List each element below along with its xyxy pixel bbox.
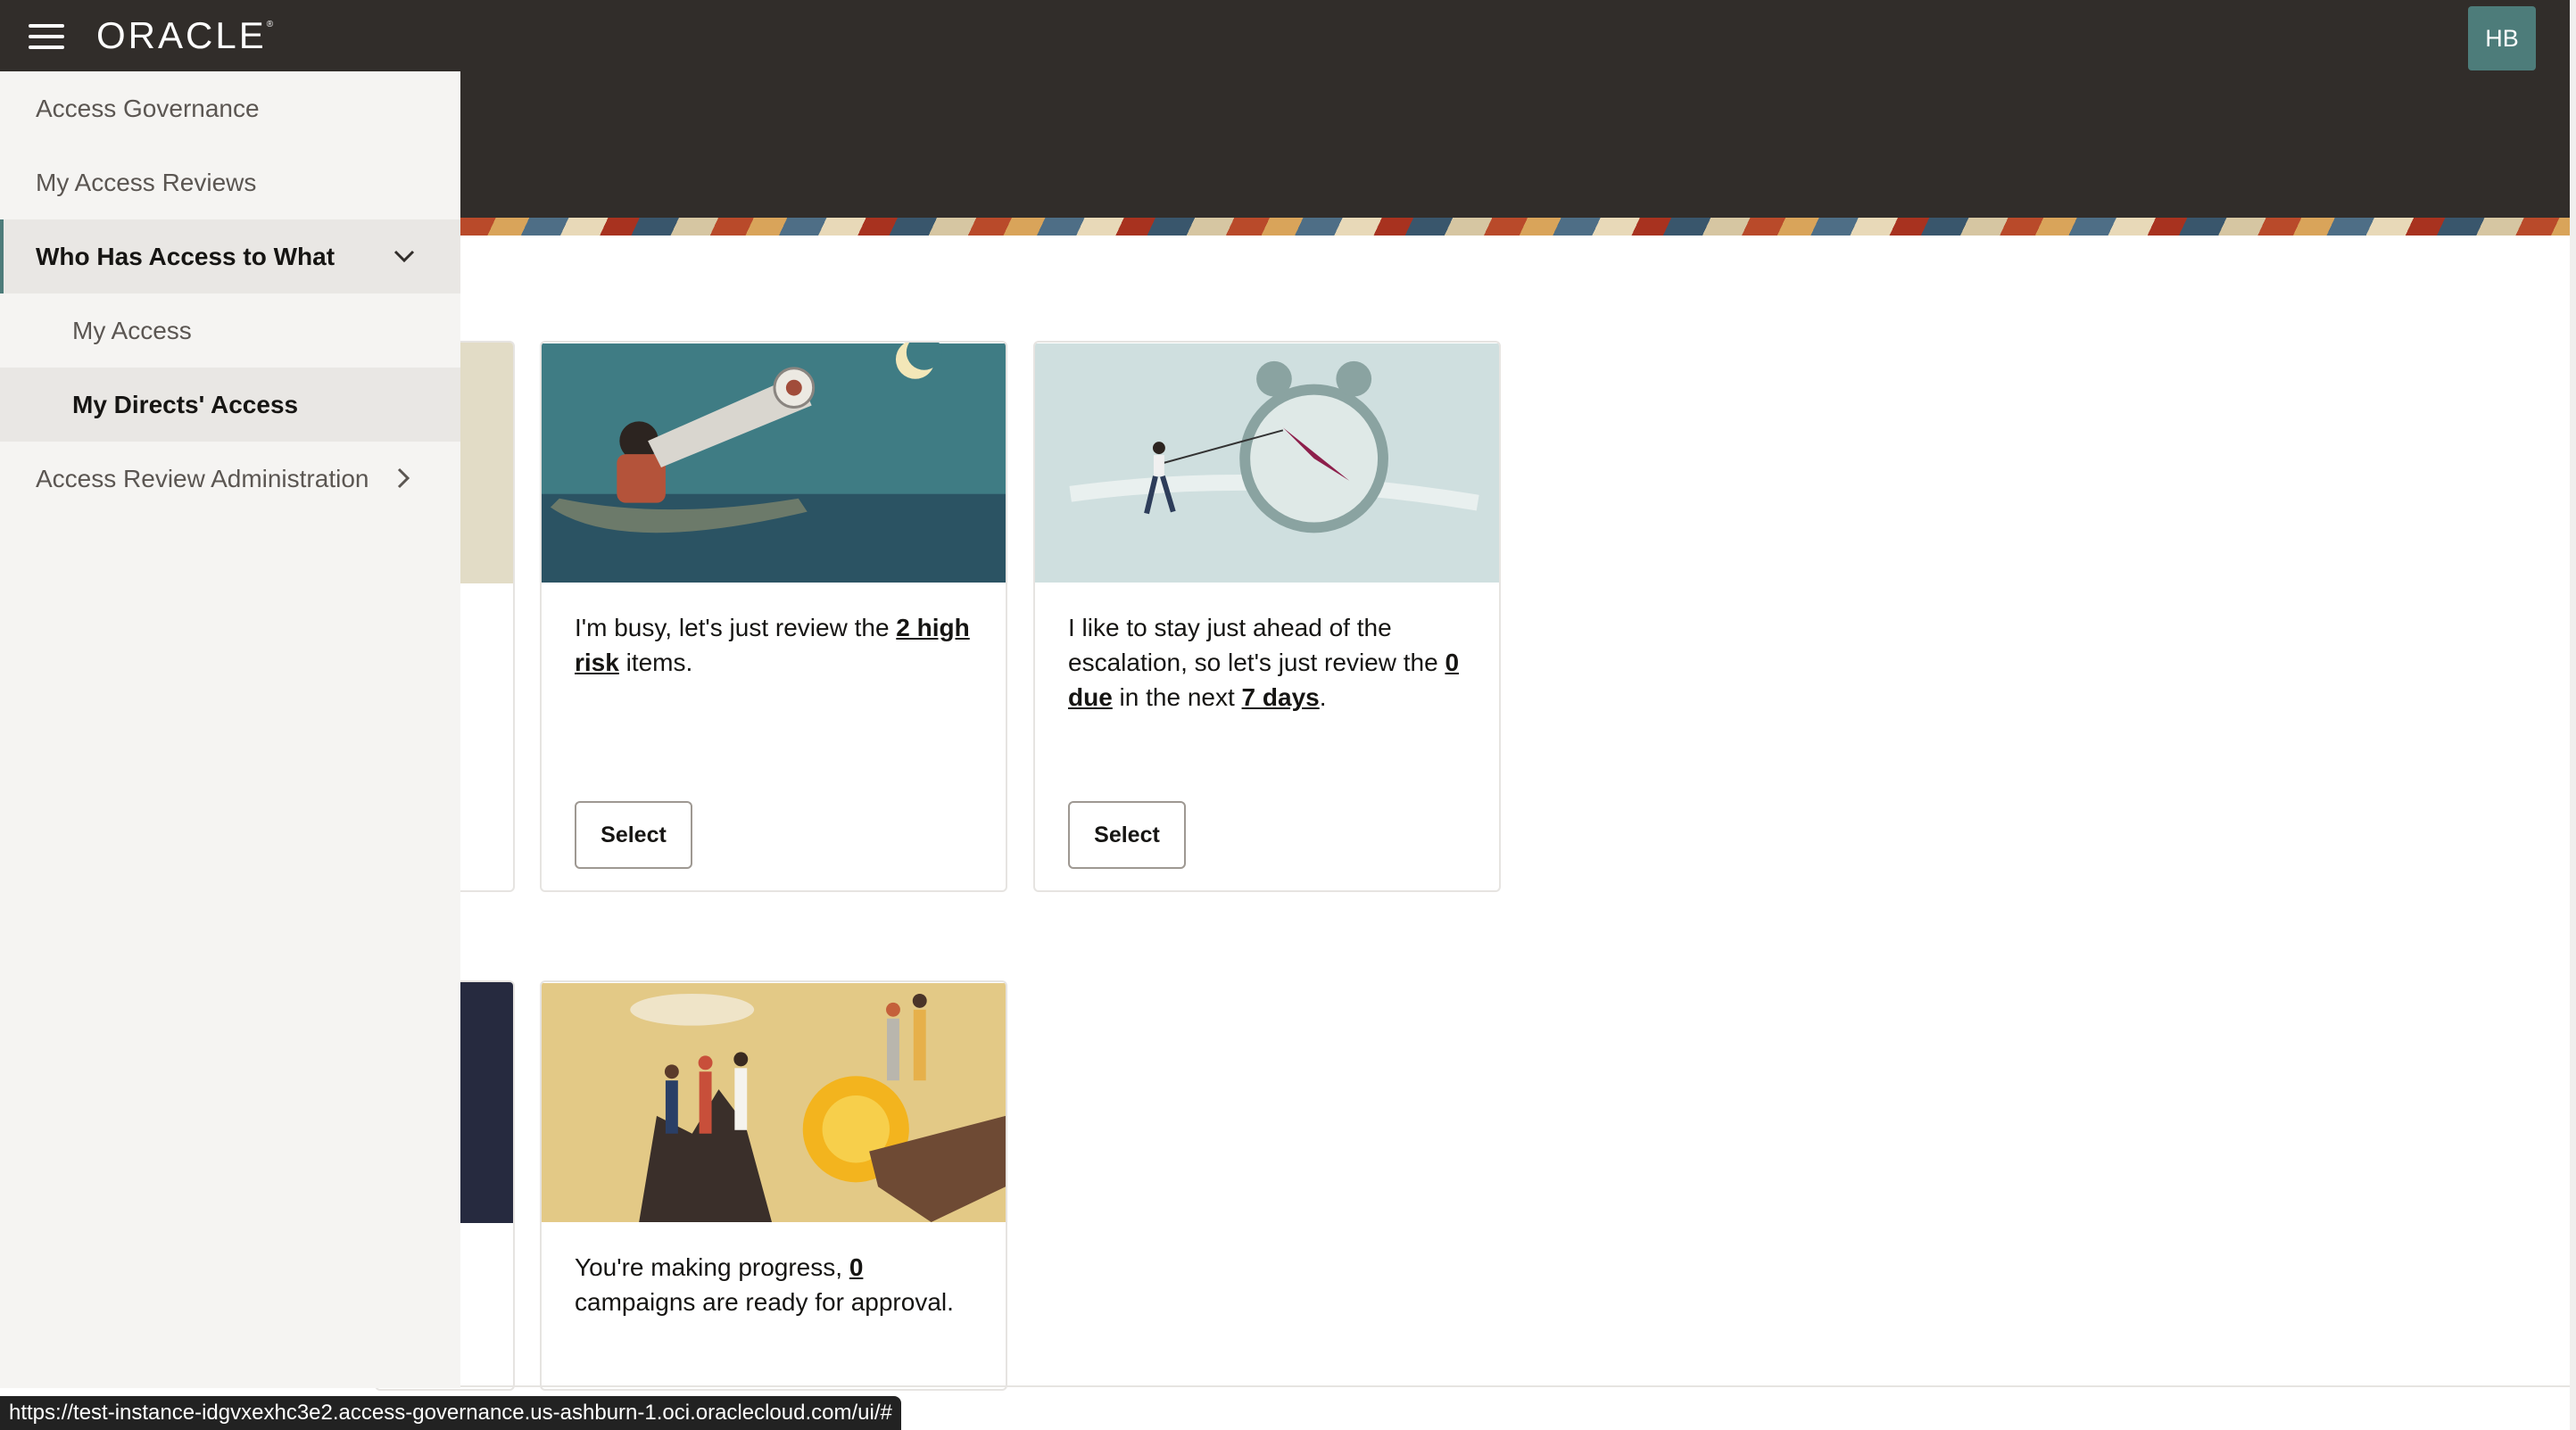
top-header: ORACLE® HB [0, 0, 2570, 71]
high-risk-description: I'm busy, let's just review the 2 high r… [575, 610, 979, 680]
hero-decorative-art [460, 218, 2570, 236]
hero-banner [460, 71, 2570, 236]
people-on-cliff-illustration [542, 983, 1006, 1222]
chevron-right-icon [397, 467, 410, 489]
chevron-down-icon [393, 250, 415, 263]
nav-label: Access Governance [36, 94, 260, 122]
nav-label: My Access Reviews [36, 168, 257, 196]
nav-sublabel: My Access [72, 316, 192, 344]
alarm-clock-illustration [1035, 343, 1499, 583]
logo-mark: ® [266, 20, 277, 29]
browser-status-url: https://test-instance-idgvxexhc3e2.acces… [0, 1396, 901, 1430]
card-escalation: I like to stay just ahead of the escalat… [1033, 341, 1501, 892]
nav-subitem-my-directs-access[interactable]: My Directs' Access [0, 368, 460, 442]
oracle-logo[interactable]: ORACLE® [96, 14, 276, 57]
high-risk-text-after: items. [618, 649, 693, 676]
nav-subitem-my-access[interactable]: My Access [0, 293, 460, 368]
escalation-text-middle: in the next [1112, 683, 1242, 711]
nav-item-my-access-reviews[interactable]: My Access Reviews [0, 145, 460, 219]
logo-text: ORACLE [96, 14, 267, 56]
escalation-description: I like to stay just ahead of the escalat… [1068, 610, 1472, 715]
progress-text-before: You're making progress, [575, 1253, 849, 1281]
nav-item-access-review-administration[interactable]: Access Review Administration [0, 442, 460, 516]
nav-sublabel: My Directs' Access [72, 390, 299, 418]
card-high-risk: I'm busy, let's just review the 2 high r… [540, 341, 1007, 892]
footer-divider [460, 1385, 2570, 1387]
hamburger-menu-icon[interactable] [29, 24, 64, 49]
nav-item-who-has-access-to-what[interactable]: Who Has Access to What [0, 219, 460, 293]
card-progress: You're making progress, 0 campaigns are … [540, 980, 1007, 1391]
progress-count-link[interactable]: 0 [849, 1253, 864, 1281]
select-high-risk-button[interactable]: Select [575, 801, 692, 869]
escalation-text-before: I like to stay just ahead of the escalat… [1068, 614, 1445, 676]
telescope-boat-illustration [542, 343, 1006, 583]
side-navigation: Access Governance My Access Reviews Who … [0, 71, 460, 1388]
nav-item-access-governance[interactable]: Access Governance [0, 71, 460, 145]
high-risk-text-before: I'm busy, let's just review the [575, 614, 897, 641]
nav-label: Access Review Administration [36, 464, 369, 492]
select-escalation-button[interactable]: Select [1068, 801, 1186, 869]
progress-description: You're making progress, 0 campaigns are … [575, 1250, 979, 1319]
page-scrollbar[interactable] [2570, 0, 2576, 1430]
escalation-text-after: . [1319, 683, 1327, 711]
progress-text-after: campaigns are ready for approval. [575, 1288, 954, 1316]
nav-label: Who Has Access to What [36, 242, 335, 270]
user-avatar[interactable]: HB [2468, 6, 2536, 70]
escalation-days-link[interactable]: 7 days [1242, 683, 1320, 711]
